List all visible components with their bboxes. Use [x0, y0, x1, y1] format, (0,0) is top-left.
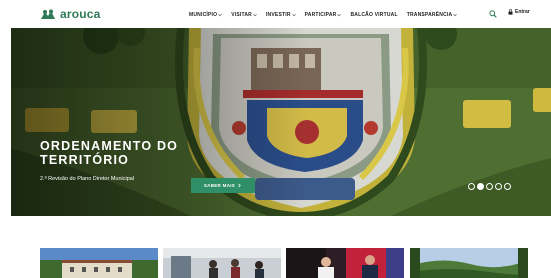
chevron-down-icon: [291, 13, 296, 16]
nav-item-investir[interactable]: INVESTIR: [266, 12, 296, 18]
nav-item-label: VISITAR: [231, 11, 252, 18]
nav-item-label: INVESTIR: [265, 11, 291, 18]
slider-pagination: [468, 183, 511, 190]
thumb-landscape[interactable]: [410, 248, 528, 278]
chevron-down-icon: [337, 13, 342, 16]
thumb-meeting[interactable]: [163, 248, 281, 278]
thumb-people[interactable]: [286, 248, 404, 278]
nav-item-label: BALCÃO VIRTUAL: [350, 11, 398, 18]
login-label: Entrar: [515, 9, 530, 15]
slider-dot-1[interactable]: [468, 183, 475, 190]
slider-dot-4[interactable]: [495, 183, 502, 190]
hero-title-line2: TERRITÓRIO: [40, 153, 130, 167]
login-link[interactable]: Entrar: [508, 9, 530, 15]
slider-dot-3[interactable]: [486, 183, 493, 190]
saber-mais-label: SABER MAIS: [203, 183, 236, 188]
search-icon[interactable]: [489, 10, 497, 18]
logo-text: arouca: [60, 7, 101, 21]
saber-mais-button[interactable]: SABER MAIS: [191, 178, 255, 193]
nav-item-label: TRANSPARÊNCIA: [406, 11, 453, 18]
slider-dot-2[interactable]: [477, 183, 484, 190]
hero-subtitle: 2.ª Revisão do Plano Diretor Municipal: [40, 176, 135, 182]
nav-item-transparencia[interactable]: TRANSPARÊNCIA: [407, 12, 458, 18]
slider-dot-5[interactable]: [504, 183, 511, 190]
nav-item-balcao-virtual[interactable]: BALCÃO VIRTUAL: [350, 12, 397, 18]
chevron-down-icon: [218, 13, 222, 16]
nav-item-municipio[interactable]: MUNICÍPIO: [189, 12, 222, 18]
arouca-logo[interactable]: arouca: [40, 6, 101, 22]
chevron-right-icon: [238, 183, 241, 188]
news-thumbnails: [40, 248, 530, 278]
thumb-building[interactable]: [40, 248, 158, 278]
lock-icon: [508, 9, 513, 15]
nav-item-label: MUNICÍPIO: [189, 11, 218, 18]
hero-title-line1: ORDENAMENTO DO: [40, 139, 179, 153]
site-header: arouca MUNICÍPIO VISITAR INVESTIR PARTIC…: [0, 0, 551, 28]
nav-item-label: PARTICIPAR: [304, 11, 337, 18]
nav-item-visitar[interactable]: VISITAR: [231, 12, 257, 18]
hero-slider: ORDENAMENTO DO TERRITÓRIO 2.ª Revisão do…: [11, 28, 551, 216]
chevron-down-icon: [453, 13, 458, 16]
logo-mark-icon: [41, 9, 55, 19]
hero-title: ORDENAMENTO DO TERRITÓRIO: [40, 139, 200, 167]
nav-item-participar[interactable]: PARTICIPAR: [305, 12, 342, 18]
chevron-down-icon: [253, 13, 257, 16]
main-nav: MUNICÍPIO VISITAR INVESTIR PARTICIPAR BA…: [189, 9, 458, 20]
